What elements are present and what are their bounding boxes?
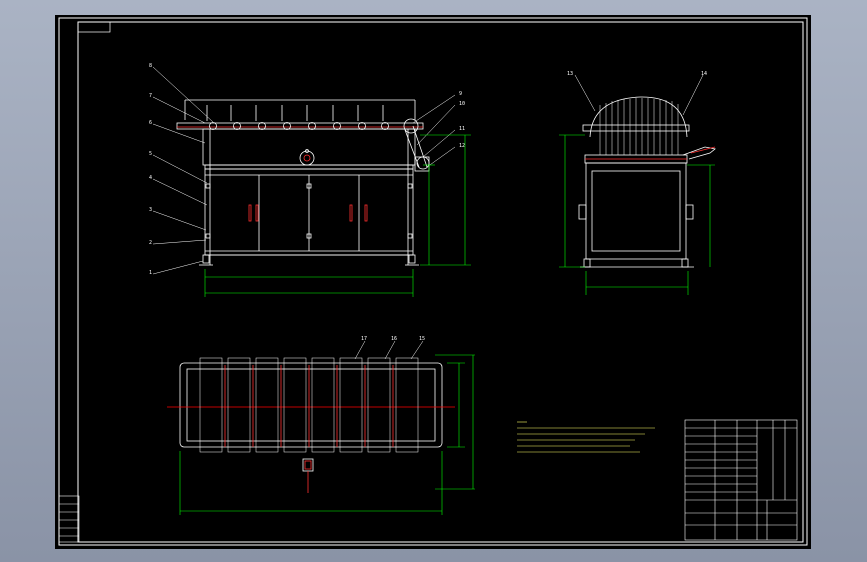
callout-15: 15 xyxy=(419,336,425,342)
callout-7: 7 xyxy=(149,93,152,99)
side-view-callouts: 13 14 xyxy=(567,71,707,77)
callout-10: 10 xyxy=(459,101,465,107)
side-view-leaders xyxy=(574,74,704,116)
front-view-callouts: 8 7 6 5 4 3 2 1 9 10 11 12 xyxy=(149,63,465,276)
front-view-dimensions xyxy=(204,134,471,297)
callout-6: 6 xyxy=(149,120,152,126)
plan-view-dimensions xyxy=(179,354,475,515)
callout-3: 3 xyxy=(149,207,152,213)
plan-view-callouts: 17 16 15 xyxy=(361,336,425,342)
callout-11: 11 xyxy=(459,126,465,132)
callout-16: 16 xyxy=(391,336,397,342)
front-view xyxy=(176,99,430,266)
plan-view xyxy=(167,357,455,493)
callout-12: 12 xyxy=(459,143,465,149)
front-top-posts xyxy=(206,105,384,121)
callout-13: 13 xyxy=(567,71,573,77)
drawing-code-box xyxy=(77,21,111,33)
callout-9: 9 xyxy=(459,91,462,97)
callout-5: 5 xyxy=(149,151,152,157)
callout-8: 8 xyxy=(149,63,152,69)
technical-notes xyxy=(517,421,655,453)
plan-view-leaders xyxy=(354,340,424,360)
title-block xyxy=(684,419,798,541)
front-view-leaders xyxy=(152,66,456,275)
side-view xyxy=(578,96,716,268)
callout-1: 1 xyxy=(149,270,152,276)
drawing-viewport[interactable]: 8 7 6 5 4 3 2 1 9 10 11 12 13 14 17 16 1… xyxy=(55,15,811,549)
outer-frame xyxy=(58,17,808,546)
parts-list-rows xyxy=(685,427,757,493)
side-comb-lines xyxy=(599,98,679,155)
rail-knobs xyxy=(209,122,389,130)
revision-block xyxy=(58,495,80,543)
callout-14: 14 xyxy=(701,71,707,77)
cad-drawing: 8 7 6 5 4 3 2 1 9 10 11 12 13 14 17 16 1… xyxy=(58,17,808,546)
callout-4: 4 xyxy=(149,175,152,181)
callout-17: 17 xyxy=(361,336,367,342)
callout-2: 2 xyxy=(149,240,152,246)
